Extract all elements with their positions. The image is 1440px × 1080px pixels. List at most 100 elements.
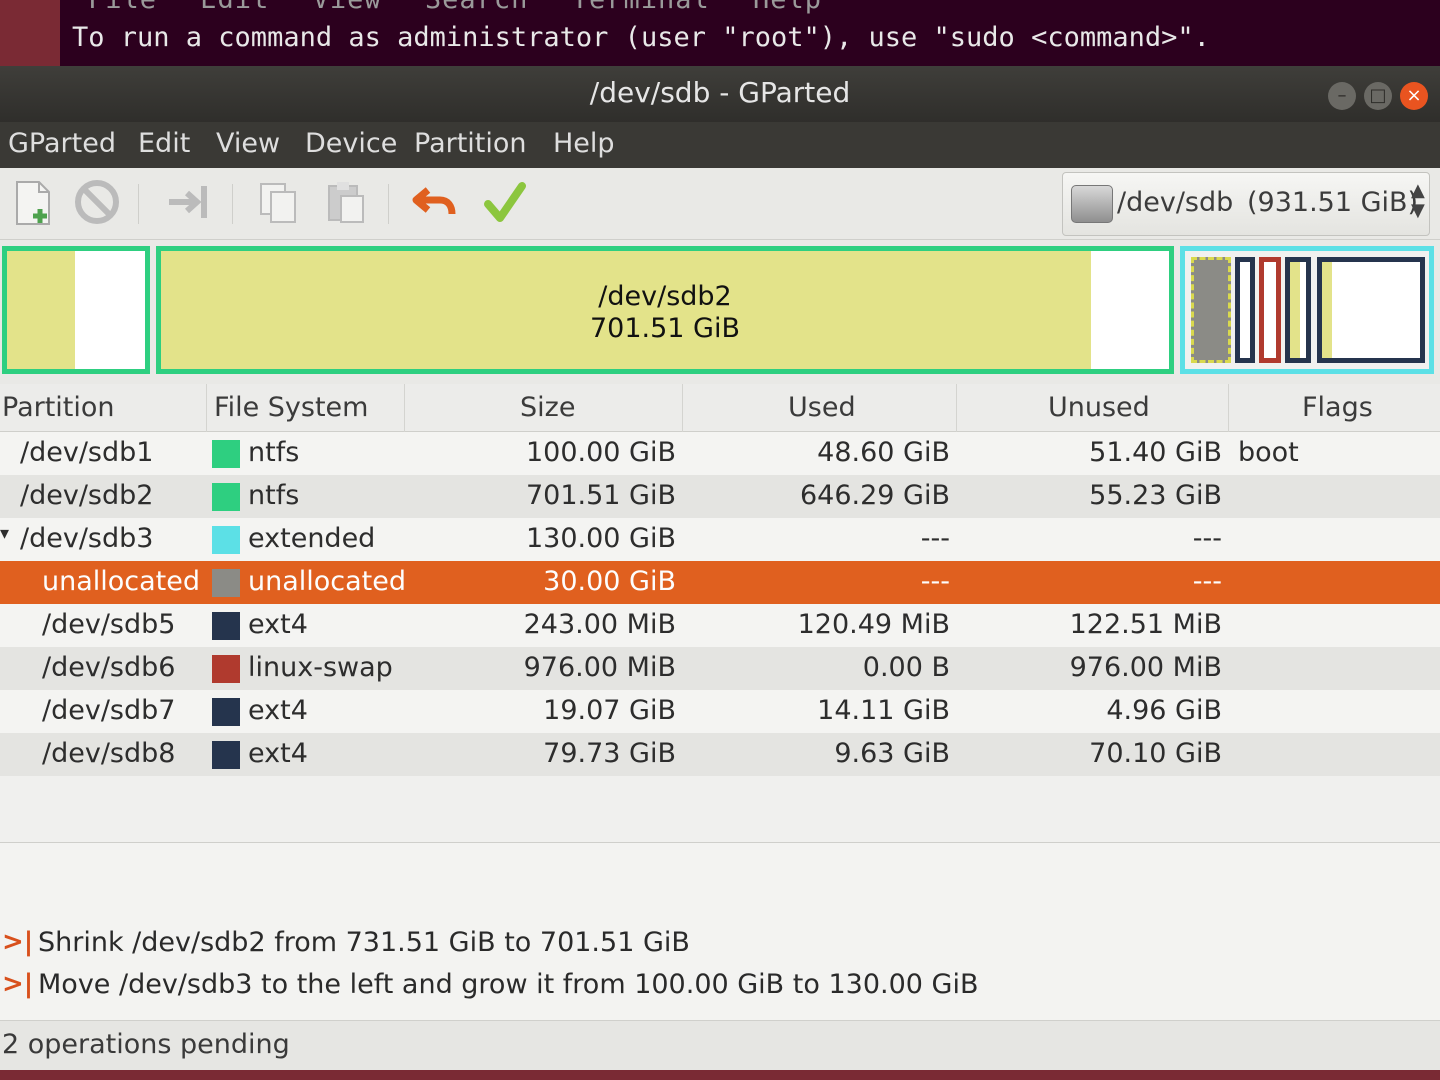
table-row[interactable]: /dev/sdb7 ext4 19.07 GiB 14.11 GiB 4.96 GiB <box>0 690 1440 733</box>
cell-used: 646.29 GiB <box>799 480 950 511</box>
cell-partition: /dev/sdb8 <box>42 738 176 769</box>
cell-used: 48.60 GiB <box>817 437 950 468</box>
header-flags[interactable]: Flags <box>1302 392 1373 423</box>
diskmap-sdb2-label: /dev/sdb2 <box>598 281 732 312</box>
cell-size: 19.07 GiB <box>543 695 676 726</box>
menu-edit[interactable]: Edit <box>138 128 190 159</box>
terminal-menu-help[interactable]: Help <box>753 0 822 15</box>
terminal-menu-view[interactable]: View <box>313 0 382 15</box>
cell-unused: --- <box>1192 566 1222 597</box>
minimize-button[interactable]: – <box>1328 82 1356 110</box>
terminal-menu-terminal[interactable]: Terminal <box>572 0 710 15</box>
device-name: /dev/sdb <box>1117 187 1234 218</box>
cell-size: 243.00 MiB <box>523 609 676 640</box>
maximize-button[interactable]: □ <box>1364 82 1392 110</box>
apply-icon[interactable] <box>480 178 530 228</box>
diskmap-sdb1[interactable] <box>2 246 150 374</box>
new-partition-icon[interactable] <box>8 178 58 228</box>
cell-filesystem: ext4 <box>248 609 308 640</box>
cell-filesystem: unallocated <box>248 566 407 597</box>
copy-icon[interactable] <box>254 178 304 228</box>
operation-text: Move /dev/sdb3 to the left and grow it f… <box>38 969 979 1000</box>
diskmap-sdb5[interactable] <box>1235 257 1255 363</box>
terminal-window: File Edit View Search Terminal Help To r… <box>60 0 1440 70</box>
close-button[interactable]: × <box>1400 82 1428 110</box>
resize-move-icon[interactable] <box>164 178 214 228</box>
partition-table: Partition File System Size Used Unused F… <box>0 384 1440 904</box>
menu-help[interactable]: Help <box>553 128 615 159</box>
cell-size: 79.73 GiB <box>543 738 676 769</box>
used-space-fill <box>1290 262 1300 358</box>
filesystem-color-swatch <box>212 526 240 554</box>
cell-filesystem: ext4 <box>248 738 308 769</box>
diskmap-sdb2[interactable]: /dev/sdb2 701.51 GiB <box>156 246 1174 374</box>
cell-used: 120.49 MiB <box>797 609 950 640</box>
header-partition[interactable]: Partition <box>2 392 115 423</box>
menu-device[interactable]: Device <box>305 128 397 159</box>
cell-partition: /dev/sdb6 <box>42 652 176 683</box>
diskmap-sdb8[interactable] <box>1317 257 1425 363</box>
toolbar-separator <box>138 184 139 224</box>
header-filesystem[interactable]: File System <box>214 392 368 423</box>
table-row[interactable]: /dev/sdb5 ext4 243.00 MiB 120.49 MiB 122.51 … <box>0 604 1440 647</box>
filesystem-color-swatch <box>212 698 240 726</box>
diskmap-sdb7[interactable] <box>1285 257 1311 363</box>
header-used[interactable]: Used <box>788 392 856 423</box>
table-header: Partition File System Size Used Unused F… <box>0 384 1440 432</box>
terminal-menu-file[interactable]: File <box>88 0 157 15</box>
gparted-window: /dev/sdb - GParted – □ × GParted Edit Vi… <box>0 66 1440 1070</box>
cell-partition: /dev/sdb3 <box>20 523 154 554</box>
cell-size: 100.00 GiB <box>525 437 676 468</box>
cell-filesystem: ntfs <box>248 480 300 511</box>
filesystem-color-swatch <box>212 440 240 468</box>
filesystem-color-swatch <box>212 569 240 597</box>
expander-arrow-icon[interactable]: ▾ <box>0 523 9 544</box>
device-size: (931.51 GiB) <box>1247 187 1419 218</box>
cell-filesystem: ntfs <box>248 437 300 468</box>
cell-used: 14.11 GiB <box>817 695 950 726</box>
terminal-menu-search[interactable]: Search <box>425 0 529 15</box>
cell-size: 30.00 GiB <box>543 566 676 597</box>
table-row[interactable]: /dev/sdb8 ext4 79.73 GiB 9.63 GiB 70.10 GiB <box>0 733 1440 776</box>
cell-used: 9.63 GiB <box>834 738 950 769</box>
cell-filesystem: extended <box>248 523 376 554</box>
diskmap-sdb6[interactable] <box>1259 257 1281 363</box>
device-select[interactable]: /dev/sdb (931.51 GiB) ▲ ▼ <box>1062 172 1430 236</box>
diskmap-unallocated[interactable] <box>1191 257 1231 363</box>
title-bar[interactable]: /dev/sdb - GParted – □ × <box>0 66 1440 122</box>
cell-partition: /dev/sdb2 <box>20 480 154 511</box>
table-row[interactable]: /dev/sdb2 ntfs 701.51 GiB 646.29 GiB 55.23 G… <box>0 475 1440 518</box>
header-size[interactable]: Size <box>520 392 575 423</box>
diskmap-sdb2-size: 701.51 GiB <box>589 313 740 344</box>
filesystem-color-swatch <box>212 483 240 511</box>
diskmap-sdb3-extended[interactable] <box>1180 246 1434 374</box>
toolbar-separator <box>388 184 389 224</box>
operations-pane: >| Shrink /dev/sdb2 from 731.51 GiB to 7… <box>0 842 1440 1020</box>
cell-filesystem: ext4 <box>248 695 308 726</box>
delete-icon[interactable] <box>72 178 122 228</box>
table-row[interactable]: unallocated unallocated 30.00 GiB --- --- <box>0 561 1440 604</box>
menu-partition[interactable]: Partition <box>414 128 527 159</box>
cell-unused: 4.96 GiB <box>1106 695 1222 726</box>
cell-partition: /dev/sdb5 <box>42 609 176 640</box>
cell-used: --- <box>920 566 950 597</box>
menu-view[interactable]: View <box>216 128 280 159</box>
cell-size: 976.00 MiB <box>523 652 676 683</box>
header-unused[interactable]: Unused <box>1048 392 1150 423</box>
used-space-fill <box>7 251 75 369</box>
table-row[interactable]: ▾ /dev/sdb3 extended 130.00 GiB --- --- <box>0 518 1440 561</box>
operation-item[interactable]: >| Move /dev/sdb3 to the left and grow i… <box>0 967 1440 1007</box>
undo-icon[interactable] <box>410 178 460 228</box>
menu-gparted[interactable]: GParted <box>8 128 116 159</box>
cell-unused: 976.00 MiB <box>1069 652 1222 683</box>
hard-disk-icon <box>1071 185 1113 223</box>
terminal-menu-edit[interactable]: Edit <box>200 0 269 15</box>
table-row[interactable]: /dev/sdb6 linux-swap 976.00 MiB 0.00 B 976.0… <box>0 647 1440 690</box>
table-row[interactable]: /dev/sdb1 ntfs 100.00 GiB 48.60 GiB 51.40 Gi… <box>0 432 1440 475</box>
used-space-fill <box>1322 262 1332 358</box>
cell-size: 701.51 GiB <box>525 480 676 511</box>
cell-partition: unallocated <box>42 566 201 597</box>
paste-icon[interactable] <box>322 178 372 228</box>
operation-item[interactable]: >| Shrink /dev/sdb2 from 731.51 GiB to 7… <box>0 925 1440 965</box>
cell-unused: 55.23 GiB <box>1089 480 1222 511</box>
